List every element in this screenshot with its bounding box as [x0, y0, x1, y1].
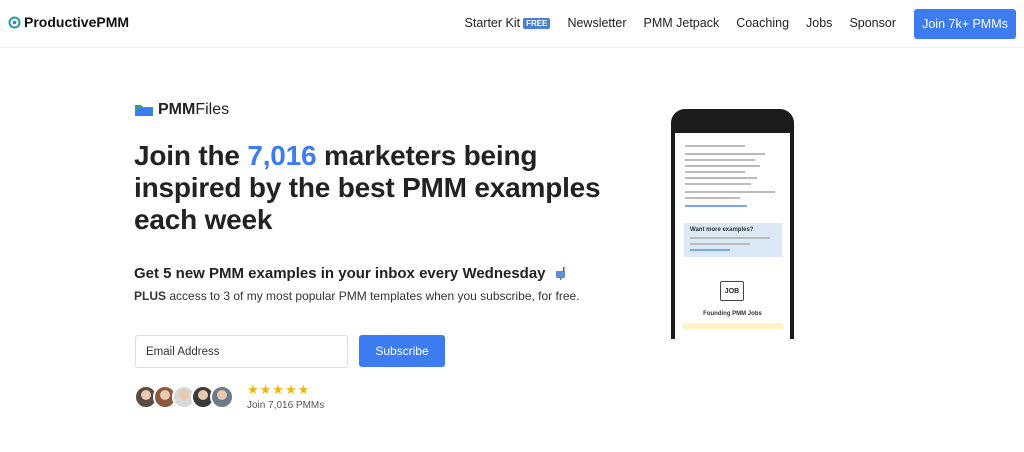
nav-link-starter-kit[interactable]: Starter Kit FREE: [465, 16, 551, 30]
brand-light: Files: [195, 101, 230, 118]
folder-icon: [135, 105, 153, 116]
brand-bold: PMM: [158, 101, 196, 118]
nav-link-newsletter[interactable]: Newsletter: [567, 16, 626, 30]
subscriber-count: 7,016: [247, 140, 317, 171]
job-icon: JOB: [720, 281, 744, 301]
subscribe-button[interactable]: Subscribe: [359, 335, 445, 367]
top-nav: ProductivePMM Starter Kit FREE Newsletter…: [0, 0, 1024, 48]
nav-link-pmm-jetpack[interactable]: PMM Jetpack: [643, 16, 719, 30]
pmmfiles-brand: PMMFiles: [134, 101, 229, 119]
nav-link-sponsor[interactable]: Sponsor: [849, 16, 896, 30]
hero-subhead: Get 5 new PMM examples in your inbox eve…: [134, 265, 568, 282]
phone-mockup: Want more examples? JOB Founding PMM Job…: [671, 109, 794, 339]
logo-text: ProductivePMM: [24, 14, 130, 30]
promo-card-title: Want more examples?: [690, 227, 754, 233]
avatar-group: [134, 385, 234, 409]
jobs-title: Founding PMM Jobs: [703, 311, 762, 317]
plus-offer: PLUS access to 3 of my most popular PMM …: [134, 289, 580, 303]
star-rating: ★★★★★: [247, 382, 311, 397]
hero-headline: Join the 7,016 marketers being inspired …: [134, 140, 601, 235]
join-button[interactable]: Join 7k+ PMMs: [914, 9, 1016, 39]
logo-icon: [8, 16, 21, 28]
avatar: [210, 385, 234, 409]
nav-link-coaching[interactable]: Coaching: [736, 16, 789, 30]
highlight-bar: [683, 323, 783, 329]
phone-screen: Want more examples? JOB Founding PMM Job…: [675, 133, 790, 339]
site-logo[interactable]: ProductivePMM: [8, 14, 129, 30]
nav-links: Starter Kit FREE Newsletter PMM Jetpack C…: [465, 16, 896, 30]
join-count-label: Join 7,016 PMMs: [247, 400, 325, 411]
promo-card: Want more examples?: [684, 223, 782, 257]
mailbox-icon: [555, 267, 565, 280]
email-field[interactable]: [135, 335, 348, 368]
nav-link-jobs[interactable]: Jobs: [806, 16, 832, 30]
free-badge: FREE: [523, 18, 551, 29]
